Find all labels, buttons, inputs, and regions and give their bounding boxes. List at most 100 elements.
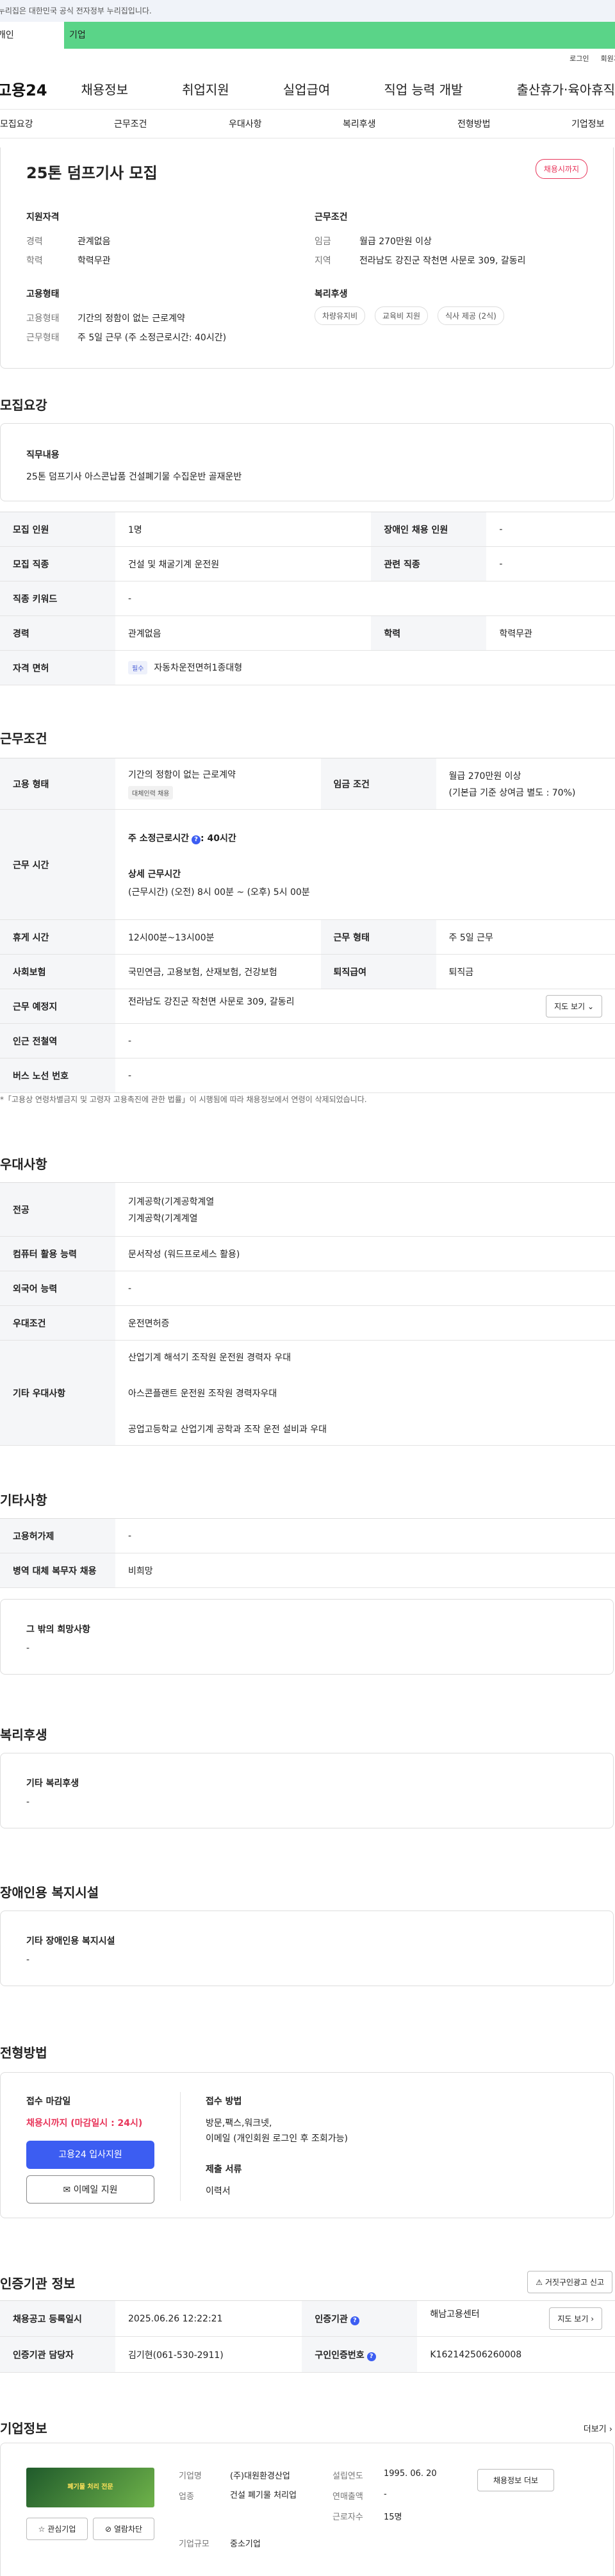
table-row: 인증기관 담당자 김기현(061-530-2911) 구인인증번호? K1621425… — [0, 2336, 615, 2373]
table-row: 채용공고 등록일시 2025.06.26 12:22:21 인증기관? 해남고용센터 지… — [0, 2300, 615, 2337]
table-row: 자격 면허 필수 자동차운전면허1종대형 — [0, 650, 615, 685]
table-row: 기타 우대사항 산업기계 해석기 조작원 운전원 경력자 우대 아스콘플랜트 운전원… — [0, 1340, 615, 1446]
job-duty-box: 직무내용 25톤 덤프기사 아스콘납품 건설폐기물 수집운반 골재운반 — [0, 423, 614, 501]
tab-screening[interactable]: 전형방법 — [457, 117, 491, 130]
other-table: 고용허가제 - 병역 대체 복무자 채용 비희망 — [0, 1518, 615, 1588]
company-name: 기업명 (주)대원환경산업 — [179, 2471, 290, 2481]
section-screen-heading: 전형방법 — [0, 2045, 47, 2061]
gnb-parental-leave[interactable]: 출산휴가·육아휴직 — [516, 79, 615, 98]
section-company-heading: 기업정보 — [0, 2421, 47, 2436]
table-row: 고용 형태 기간의 정함이 없는 근로계약 대체인력 채용 임금 조건 월급 27… — [0, 758, 615, 810]
block-icon: ⊘ — [104, 2525, 112, 2534]
login-link[interactable]: 로그인 — [570, 53, 589, 63]
bell-icon: ⚠ — [536, 2278, 543, 2287]
email-apply-button[interactable]: ✉ 이메일 지원 — [26, 2175, 154, 2204]
tab-preferences[interactable]: 우대사항 — [229, 117, 262, 130]
table-row: 휴게 시간 12시00분~13시00분 근무 형태 주 5일 근무 — [0, 919, 615, 955]
company-box: 폐기물 처리 전문 ☆ 관심기업 ⊘ 열람차단 기업명 (주)대원환경산업 업종 건… — [0, 2443, 614, 2576]
table-row: 병역 대체 복무자 채용 비희망 — [0, 1553, 615, 1588]
docs-value: 이력서 — [206, 2186, 231, 2196]
company-more-link[interactable]: 더보기 › — [584, 2422, 612, 2434]
welfare-title: 기타 복리후생 — [26, 1778, 79, 1789]
welfare-heading: 복리후생 — [315, 289, 348, 299]
docs-title: 제출 서류 — [206, 2164, 242, 2175]
table-row: 인근 전철역 - — [0, 1023, 615, 1058]
emp-schedule: 근무형태 주 5일 근무 (주 소정근로시간: 40시간) — [26, 333, 227, 343]
agency-map-button[interactable]: 지도 보기 › — [549, 2307, 602, 2330]
cond-wage: 임금 월급 270만원 이상 — [315, 237, 432, 247]
tab-company[interactable]: 기업 — [64, 22, 615, 49]
divider — [180, 2092, 181, 2201]
section-disabled-heading: 장애인용 복지시설 — [0, 1885, 99, 1900]
table-row: 고용허가제 - — [0, 1518, 615, 1553]
disabled-box: 기타 장애인용 복지시설 - — [0, 1911, 614, 1986]
table-row: 경력 관계없음 학력 학력무관 — [0, 615, 615, 651]
deadline-title: 접수 마감일 — [26, 2096, 71, 2107]
help-icon[interactable]: ? — [192, 835, 201, 844]
disabled-value: - — [26, 1955, 30, 1965]
company-founded: 설립연도 1995. 06. 20 — [332, 2469, 437, 2481]
table-row: 사회보험 국민연금, 고용보험, 산재보험, 건강보험 퇴직급여 퇴직금 — [0, 954, 615, 989]
job-title: 25톤 덤프기사 모집 — [26, 164, 158, 182]
job-duty-text: 25톤 덤프기사 아스콘납품 건설폐기물 수집운반 골재운반 — [26, 472, 242, 482]
welfare-value: - — [26, 1797, 30, 1807]
global-nav: 고용24 채용정보 취업지원 실업급여 직업 능력 개발 출산휴가·육아휴직 — [0, 68, 615, 109]
join-link[interactable]: 회원가입 — [601, 53, 615, 63]
tab-welfare[interactable]: 복리후생 — [343, 117, 376, 130]
cond-heading: 근무조건 — [315, 212, 348, 222]
cond-region: 지역 전라남도 강진군 작천면 사문로 309, 갈동리 — [315, 256, 526, 266]
apply-button[interactable]: 고용24 입사지원 — [26, 2141, 154, 2169]
favorite-company-button[interactable]: ☆ 관심기업 — [26, 2518, 88, 2540]
section-tabs: 모집요강 근무조건 우대사항 복리후생 전형방법 기업정보 — [0, 109, 615, 138]
welfare-box: 기타 복리후생 - — [0, 1753, 614, 1828]
welfare-chip: 교육비 지원 — [375, 306, 429, 325]
age-notice: *「고용상 연령차별금지 및 고령자 고용촉진에 관한 법률」이 시행됨에 따라… — [0, 1095, 367, 1104]
required-tag: 필수 — [128, 661, 148, 674]
report-fake-ad-button[interactable]: ⚠ 거짓구인광고 신고 — [527, 2271, 612, 2293]
table-row: 모집 직종 건설 및 채굴기계 운전원 관련 직종 - — [0, 546, 615, 581]
company-size: 기업규모 중소기업 — [179, 2539, 261, 2549]
agency-table: 채용공고 등록일시 2025.06.26 12:22:21 인증기관? 해남고용센터 지… — [0, 2300, 615, 2373]
table-row: 전공 기계공학(기계공학계열 기계공학(기계계열 — [0, 1182, 615, 1237]
table-row: 컴퓨터 활용 능력 문서작성 (워드프로세스 활용) — [0, 1236, 615, 1271]
gnb-jobs[interactable]: 채용정보 — [81, 79, 128, 98]
tab-company-info[interactable]: 기업정보 — [571, 117, 605, 130]
qual-career: 경력 관계없음 — [26, 237, 111, 247]
welfare-chip: 식사 제공 (2식) — [438, 306, 504, 325]
tab-recruit[interactable]: 모집요강 — [0, 117, 33, 130]
block-company-button[interactable]: ⊘ 열람차단 — [93, 2518, 154, 2540]
company-revenue: 연매출액 - — [332, 2489, 387, 2502]
company-jobs-button[interactable]: 채용정보 더보 — [477, 2469, 554, 2491]
table-row: 외국어 능력 - — [0, 1271, 615, 1306]
map-button[interactable]: 지도 보기 ⌄ — [546, 995, 602, 1017]
table-row: 근무 예정지 전라남도 강진군 작천면 사문로 309, 갈동리 지도 보기 ⌄ — [0, 989, 615, 1024]
table-row: 직종 키워드 - — [0, 581, 615, 616]
gnb-unemployment-benefit[interactable]: 실업급여 — [283, 79, 331, 98]
util-menu: 로그인 회원가입 — [0, 49, 615, 68]
emp-type: 고용형태 기간의 정함이 없는 근로계약 — [26, 314, 185, 324]
other-wish-value: - — [26, 1643, 30, 1653]
recruit-table: 모집 인원 1명 장애인 채용 인원 - 모집 직종 건설 및 채굴기계 운전원 관련 직… — [0, 512, 615, 685]
gnb-employment-support[interactable]: 취업지원 — [182, 79, 229, 98]
help-icon[interactable]: ? — [366, 2352, 376, 2361]
category-bar: 개인 기업 — [0, 22, 615, 49]
section-other-heading: 기타사항 — [0, 1493, 47, 1508]
tab-individual[interactable]: 개인 — [0, 22, 64, 49]
replacement-tag: 대체인력 채용 — [128, 786, 174, 799]
gnb-job-training[interactable]: 직업 능력 개발 — [384, 79, 463, 98]
tab-work-conditions[interactable]: 근무조건 — [114, 117, 147, 130]
job-summary-card: 25톤 덤프기사 모집 채용시까지 지원자격 경력 관계없음 학력 학력무관 근무조… — [0, 147, 614, 369]
section-agency-heading: 인증기관 정보 — [0, 2276, 76, 2291]
table-row: 우대조건 운전면허증 — [0, 1305, 615, 1341]
help-icon[interactable]: ? — [350, 2316, 359, 2325]
method-value-1: 방문,팩스,워크넷, — [206, 2118, 272, 2129]
emp-heading: 고용형태 — [26, 289, 60, 299]
site-logo[interactable]: 고용24 — [0, 78, 78, 100]
section-work-heading: 근무조건 — [0, 731, 47, 746]
job-duty-title: 직무내용 — [26, 450, 60, 460]
star-icon: ☆ — [38, 2525, 45, 2534]
pref-table: 전공 기계공학(기계공학계열 기계공학(기계계열 컴퓨터 활용 능력 문서작성 (워드… — [0, 1182, 615, 1446]
disabled-title: 기타 장애인용 복지시설 — [26, 1936, 115, 1946]
deadline-value: 채용시까지 (마감일시 : 24시) — [26, 2118, 143, 2129]
section-recruit-heading: 모집요강 — [0, 397, 47, 413]
